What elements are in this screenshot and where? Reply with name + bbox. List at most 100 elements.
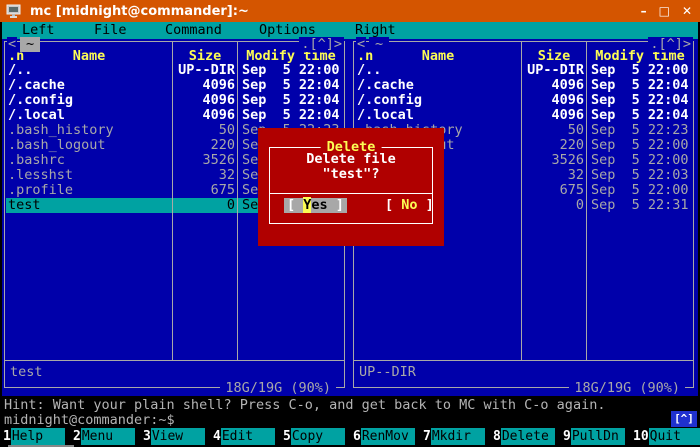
file-row[interactable]: /..UP--DIRSep 5 22:00 bbox=[6, 63, 344, 78]
hint-line: Hint: Want your plain shell? Press C-o, … bbox=[4, 398, 698, 413]
file-size: UP--DIR bbox=[172, 63, 237, 78]
menu-bar: LeftFileCommandOptionsRight bbox=[2, 22, 698, 39]
panel-disk-usage: 18G/19G (90%) bbox=[220, 381, 336, 396]
file-row[interactable]: /.cache4096Sep 5 22:04 bbox=[6, 78, 344, 93]
ministatus-separator bbox=[354, 360, 693, 361]
file-size: UP--DIR bbox=[521, 63, 586, 78]
file-mtime: Sep 5 22:31 bbox=[586, 198, 693, 213]
file-mtime: Sep 5 22:04 bbox=[237, 93, 344, 108]
fkey-10[interactable]: 10Quit bbox=[630, 428, 700, 445]
file-name: /.local bbox=[6, 108, 172, 123]
fkey-number: 10 bbox=[630, 428, 649, 445]
history-back-icon[interactable]: < bbox=[356, 37, 366, 52]
fkey-2[interactable]: 2Menu bbox=[70, 428, 140, 445]
file-size: 4096 bbox=[521, 93, 586, 108]
mini-status: UP--DIR bbox=[359, 365, 416, 380]
function-key-bar: 1Help2Menu3View4Edit5Copy6RenMov7Mkdir8D… bbox=[0, 428, 700, 445]
file-name: /.cache bbox=[355, 78, 521, 93]
titlebar[interactable]: mc [midnight@commander]:~ – □ ✕ bbox=[0, 0, 700, 22]
shell-prompt[interactable]: midnight@commander:~$ bbox=[4, 412, 175, 428]
button-bracket: ] bbox=[418, 197, 434, 213]
file-name: .bashrc bbox=[6, 153, 172, 168]
fkey-1[interactable]: 1Help bbox=[0, 428, 70, 445]
delete-dialog: Delete Delete file "test"? [ Yes ] [ No … bbox=[258, 128, 444, 246]
fkey-number: 7 bbox=[420, 428, 431, 445]
file-row[interactable]: /.cache4096Sep 5 22:04 bbox=[355, 78, 693, 93]
column-separator bbox=[172, 42, 173, 360]
file-size: 4096 bbox=[172, 93, 237, 108]
file-row[interactable]: /.local4096Sep 5 22:04 bbox=[355, 108, 693, 123]
history-back-icon[interactable]: < bbox=[7, 37, 17, 52]
minimize-button[interactable]: – bbox=[641, 4, 647, 18]
fkey-4[interactable]: 4Edit bbox=[210, 428, 280, 445]
fkey-label: Delete bbox=[501, 428, 555, 445]
fkey-3[interactable]: 3View bbox=[140, 428, 210, 445]
close-button[interactable]: ✕ bbox=[682, 4, 692, 18]
file-size: 220 bbox=[172, 138, 237, 153]
fkey-number: 2 bbox=[70, 428, 81, 445]
fkey-number: 3 bbox=[140, 428, 151, 445]
fkey-label: Edit bbox=[221, 428, 275, 445]
file-size: 4096 bbox=[521, 108, 586, 123]
dialog-button-separator bbox=[269, 193, 433, 194]
file-mtime: Sep 5 22:00 bbox=[586, 63, 693, 78]
fkey-label: Menu bbox=[81, 428, 135, 445]
panel-top-markers[interactable]: .[^]> bbox=[648, 37, 693, 52]
fkey-8[interactable]: 8Delete bbox=[490, 428, 560, 445]
file-name: .bash_logout bbox=[6, 138, 172, 153]
file-row[interactable]: /..UP--DIRSep 5 22:00 bbox=[355, 63, 693, 78]
fkey-label: Mkdir bbox=[431, 428, 485, 445]
button-text: es bbox=[311, 197, 327, 213]
fkey-label: PullDn bbox=[571, 428, 625, 445]
file-name: .bash_history bbox=[6, 123, 172, 138]
fkey-number: 6 bbox=[350, 428, 361, 445]
fkey-9[interactable]: 9PullDn bbox=[560, 428, 630, 445]
panel-path[interactable]: ~ bbox=[20, 37, 40, 52]
file-name: /.. bbox=[355, 63, 521, 78]
menu-command[interactable]: Command bbox=[165, 22, 222, 39]
file-size: 4096 bbox=[172, 108, 237, 123]
column-header-size[interactable]: Size bbox=[522, 49, 586, 64]
fkey-6[interactable]: 6RenMov bbox=[350, 428, 420, 445]
file-name: .profile bbox=[6, 183, 172, 198]
maximize-button[interactable]: □ bbox=[659, 4, 670, 18]
scroll-up-badge[interactable]: [^] bbox=[671, 411, 697, 427]
file-mtime: Sep 5 22:04 bbox=[586, 108, 693, 123]
file-mtime: Sep 5 22:00 bbox=[586, 153, 693, 168]
file-row[interactable]: /.config4096Sep 5 22:04 bbox=[6, 93, 344, 108]
file-size: 50 bbox=[521, 123, 586, 138]
file-size: 4096 bbox=[521, 78, 586, 93]
column-separator bbox=[586, 42, 587, 360]
ministatus-separator bbox=[5, 360, 344, 361]
file-row[interactable]: /.config4096Sep 5 22:04 bbox=[355, 93, 693, 108]
yes-button[interactable]: [ Yes ] bbox=[284, 198, 347, 213]
fkey-5[interactable]: 5Copy bbox=[280, 428, 350, 445]
terminal-icon bbox=[6, 3, 22, 19]
fkey-number: 5 bbox=[280, 428, 291, 445]
no-button[interactable]: [ No ] bbox=[385, 198, 434, 213]
panel-path[interactable]: ~ bbox=[369, 37, 389, 52]
file-size: 3526 bbox=[172, 153, 237, 168]
column-header-size[interactable]: Size bbox=[173, 49, 237, 64]
menu-file[interactable]: File bbox=[94, 22, 127, 39]
file-mtime: Sep 5 22:03 bbox=[586, 168, 693, 183]
file-mtime: Sep 5 22:04 bbox=[237, 78, 344, 93]
file-size: 50 bbox=[172, 123, 237, 138]
fkey-label: View bbox=[151, 428, 205, 445]
dialog-message-line1: Delete file bbox=[258, 152, 444, 167]
panel-top-markers[interactable]: .[^]> bbox=[299, 37, 344, 52]
file-mtime: Sep 5 22:04 bbox=[237, 108, 344, 123]
button-bracket: [ bbox=[385, 197, 401, 213]
button-hotkey: No bbox=[401, 197, 417, 213]
file-name: /.. bbox=[6, 63, 172, 78]
file-name: test bbox=[6, 198, 172, 213]
file-row[interactable]: /.local4096Sep 5 22:04 bbox=[6, 108, 344, 123]
file-size: 220 bbox=[521, 138, 586, 153]
fkey-label: Help bbox=[11, 428, 65, 445]
file-name: /.local bbox=[355, 108, 521, 123]
window-title: mc [midnight@commander]:~ bbox=[30, 4, 249, 19]
file-size: 0 bbox=[172, 198, 237, 213]
file-mtime: Sep 5 22:00 bbox=[586, 183, 693, 198]
fkey-number: 4 bbox=[210, 428, 221, 445]
fkey-7[interactable]: 7Mkdir bbox=[420, 428, 490, 445]
